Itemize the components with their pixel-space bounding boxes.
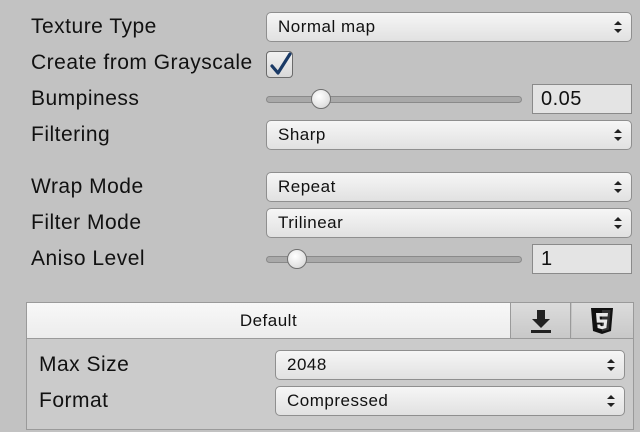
wrap-mode-label: Wrap Mode — [31, 175, 144, 198]
texture-type-row: Texture Type Normal map — [0, 9, 640, 45]
bumpiness-slider-thumb[interactable] — [310, 89, 331, 109]
format-label: Format — [39, 389, 109, 412]
wrap-mode-dropdown[interactable]: Repeat — [266, 172, 632, 202]
format-row: Format Compressed — [27, 383, 633, 419]
create-from-grayscale-label: Create from Grayscale — [31, 51, 253, 74]
max-size-row: Max Size 2048 — [27, 347, 633, 383]
dropdown-arrows-icon — [606, 387, 616, 415]
bumpiness-row: Bumpiness 0.05 — [0, 81, 640, 117]
bumpiness-input[interactable]: 0.05 — [532, 84, 632, 114]
format-dropdown[interactable]: Compressed — [275, 386, 625, 416]
format-value: Compressed — [287, 391, 389, 410]
dropdown-arrows-icon — [613, 121, 623, 149]
aniso-level-row: Aniso Level 1 — [0, 241, 640, 277]
wrap-mode-row: Wrap Mode Repeat — [0, 169, 640, 205]
platform-tab-bar: Default — [27, 303, 633, 339]
max-size-dropdown[interactable]: 2048 — [275, 350, 625, 380]
filter-mode-dropdown[interactable]: Trilinear — [266, 208, 632, 238]
bumpiness-label: Bumpiness — [31, 87, 140, 110]
aniso-level-input[interactable]: 1 — [532, 244, 632, 274]
texture-type-dropdown[interactable]: Normal map — [266, 12, 632, 42]
platform-settings-panel: Default Max Size 2048 Format Compressed — [26, 302, 634, 430]
dropdown-arrows-icon — [613, 209, 623, 237]
dropdown-arrows-icon — [606, 351, 616, 379]
dropdown-arrows-icon — [613, 13, 623, 41]
filter-mode-label: Filter Mode — [31, 211, 142, 234]
max-size-value: 2048 — [287, 355, 327, 374]
texture-type-value: Normal map — [278, 17, 376, 36]
filtering-value: Sharp — [278, 125, 326, 144]
dropdown-arrows-icon — [613, 173, 623, 201]
filter-mode-value: Trilinear — [278, 213, 344, 232]
filtering-label: Filtering — [31, 123, 111, 146]
filter-mode-row: Filter Mode Trilinear — [0, 205, 640, 241]
wrap-mode-value: Repeat — [278, 177, 336, 196]
max-size-label: Max Size — [39, 353, 130, 376]
aniso-level-slider-thumb[interactable] — [287, 249, 308, 269]
filtering-dropdown[interactable]: Sharp — [266, 120, 632, 150]
create-from-grayscale-row: Create from Grayscale — [0, 45, 640, 81]
bumpiness-slider-track[interactable] — [266, 96, 522, 103]
create-from-grayscale-checkbox[interactable] — [266, 51, 293, 78]
texture-type-label: Texture Type — [31, 15, 157, 38]
tab-download[interactable] — [511, 303, 571, 338]
aniso-level-label: Aniso Level — [31, 247, 146, 270]
checkmark-icon — [270, 52, 292, 75]
tab-html5[interactable] — [572, 303, 633, 338]
download-icon — [531, 310, 551, 333]
tab-default[interactable]: Default — [27, 303, 511, 338]
html5-icon — [591, 308, 613, 334]
filtering-row: Filtering Sharp — [0, 117, 640, 153]
